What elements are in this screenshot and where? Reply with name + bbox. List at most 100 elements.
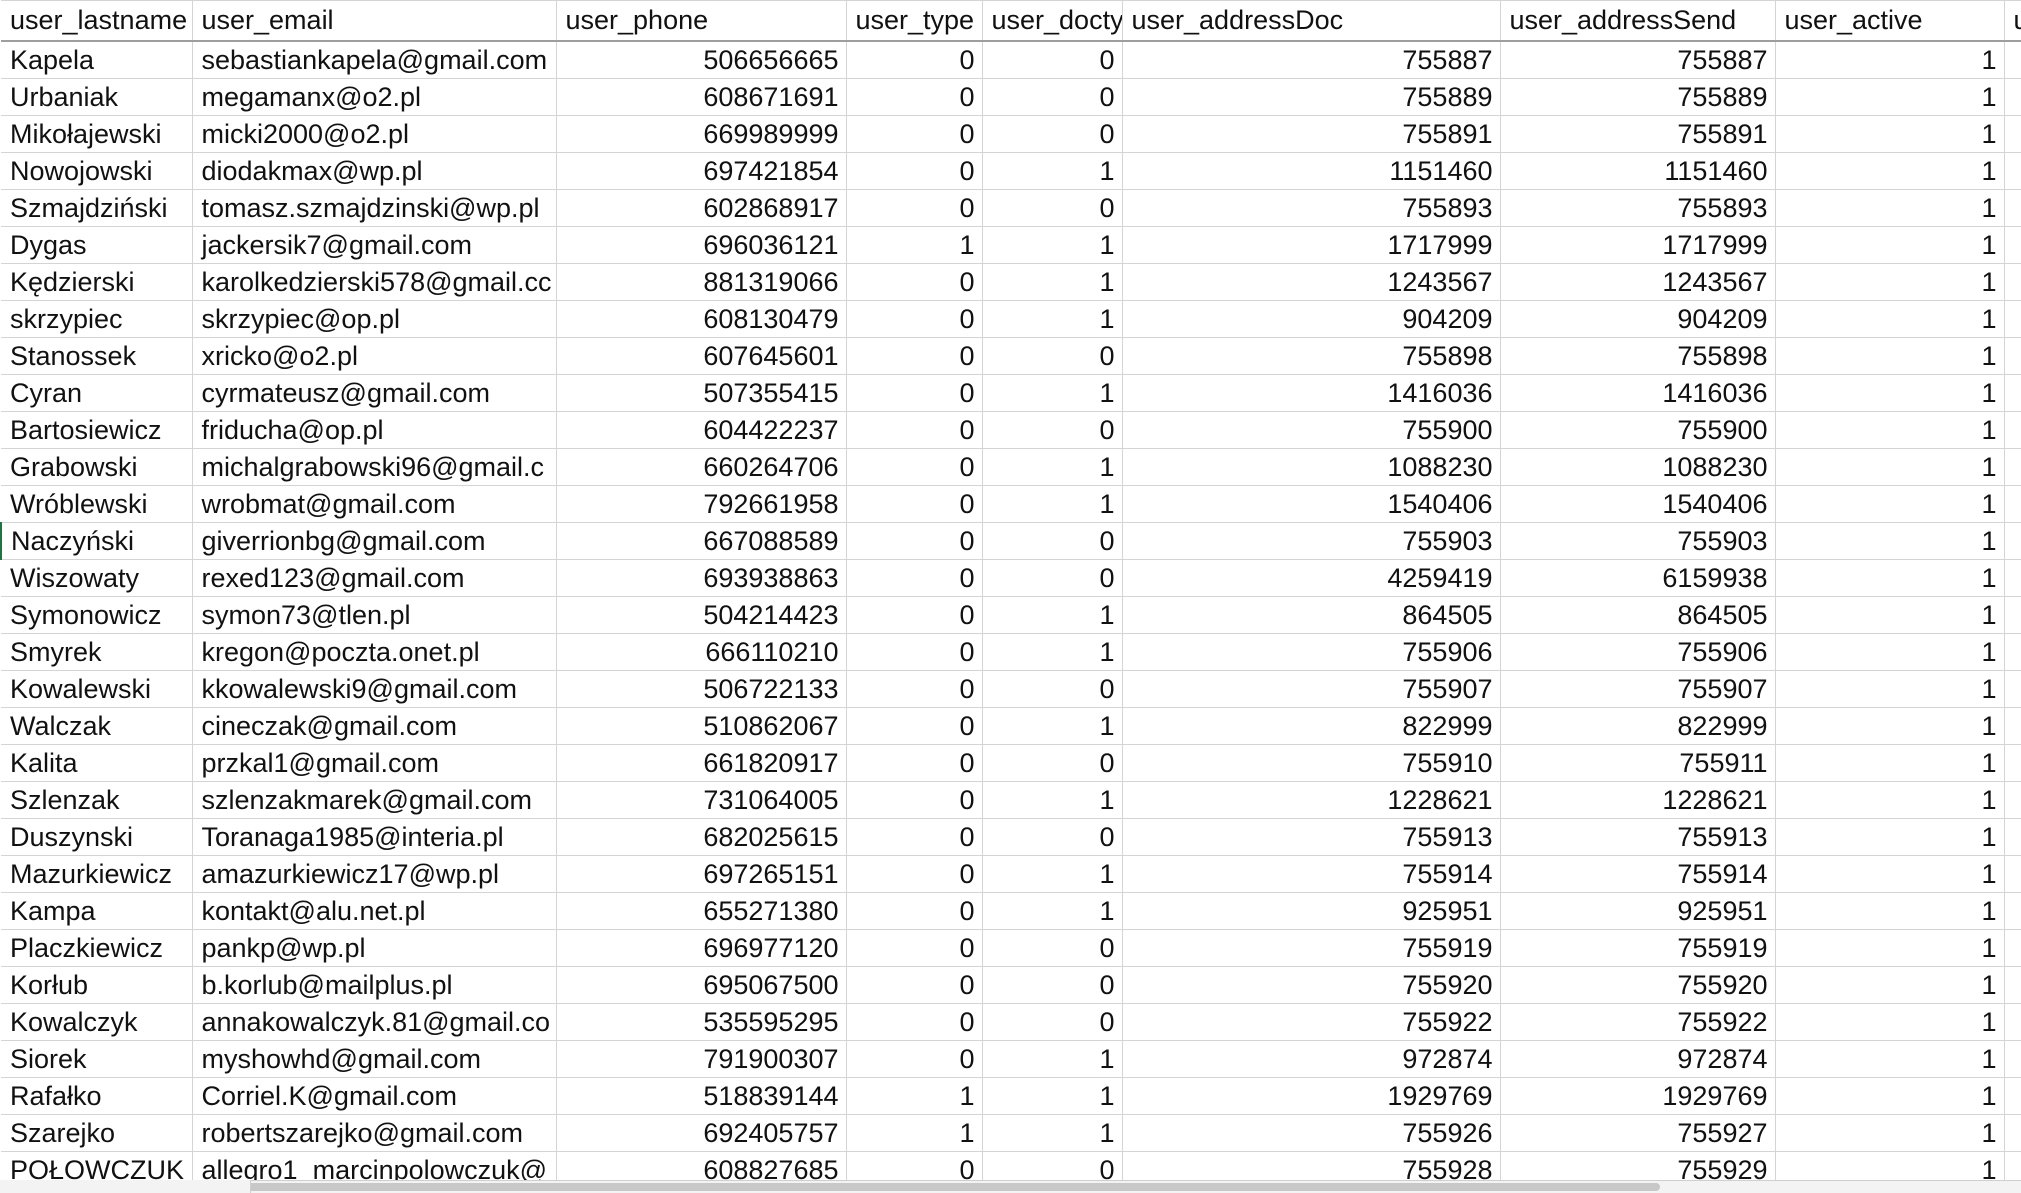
table-cell[interactable]: Smyrek	[1, 633, 193, 671]
horizontal-scrollbar[interactable]	[0, 1180, 2021, 1193]
table-cell[interactable]: friducha@op.pl	[192, 411, 557, 449]
table-cell[interactable]: 0	[846, 40, 983, 79]
table-cell[interactable]: 1	[1775, 1003, 2005, 1041]
table-cell[interactable]	[2004, 892, 2021, 930]
table-cell[interactable]: 0	[846, 1151, 983, 1180]
table-cell[interactable]: 608827685	[556, 1151, 847, 1180]
table-cell[interactable]: micki2000@o2.pl	[192, 115, 557, 153]
table-cell[interactable]: robertszarejko@gmail.com	[192, 1114, 557, 1152]
table-cell[interactable]: 0	[982, 818, 1123, 856]
table-cell[interactable]: 1	[1775, 1114, 2005, 1152]
table-cell[interactable]: megamanx@o2.pl	[192, 78, 557, 116]
table-cell[interactable]: 0	[846, 115, 983, 153]
table-cell[interactable]: 1	[1775, 1040, 2005, 1078]
table-cell[interactable]: xricko@o2.pl	[192, 337, 557, 375]
table-cell[interactable]: tomasz.szmajdzinski@wp.pl	[192, 189, 557, 227]
table-cell[interactable]: 506722133	[556, 670, 847, 708]
table-cell[interactable]: 1	[982, 596, 1123, 634]
table-cell[interactable]	[2004, 559, 2021, 597]
table-cell[interactable]: 666110210	[556, 633, 847, 671]
table-cell[interactable]: 692405757	[556, 1114, 847, 1152]
table-cell[interactable]: 661820917	[556, 744, 847, 782]
table-cell[interactable]: 1	[1775, 855, 2005, 893]
table-cell[interactable]: 755891	[1500, 115, 1776, 153]
sheet-tab-area[interactable]	[0, 1180, 251, 1193]
table-cell[interactable]: 755907	[1122, 670, 1501, 708]
table-cell[interactable]: 0	[982, 744, 1123, 782]
table-cell[interactable]: 518839144	[556, 1077, 847, 1115]
table-cell[interactable]: Placzkiewicz	[1, 929, 193, 967]
table-cell[interactable]: 0	[846, 707, 983, 745]
table-cell[interactable]: allegro1_marcinpolowczuk@	[192, 1151, 557, 1180]
table-cell[interactable]: 731064005	[556, 781, 847, 819]
table-cell[interactable]: 755914	[1500, 855, 1776, 893]
table-cell[interactable]	[2004, 744, 2021, 782]
table-cell[interactable]: 1	[1775, 559, 2005, 597]
table-cell[interactable]: 755927	[1500, 1114, 1776, 1152]
table-cell[interactable]	[2004, 263, 2021, 301]
table-cell[interactable]: 864505	[1122, 596, 1501, 634]
table-cell[interactable]: wrobmat@gmail.com	[192, 485, 557, 523]
table-cell[interactable]: Cyran	[1, 374, 193, 412]
table-cell[interactable]: Siorek	[1, 1040, 193, 1078]
table-cell[interactable]: 755914	[1122, 855, 1501, 893]
table-cell[interactable]: 1	[1775, 300, 2005, 338]
table-cell[interactable]: 822999	[1122, 707, 1501, 745]
table-cell[interactable]: 1	[1775, 1077, 2005, 1115]
table-cell[interactable]	[2004, 300, 2021, 338]
table-cell[interactable]: b.korlub@mailplus.pl	[192, 966, 557, 1004]
table-cell[interactable]: 0	[982, 78, 1123, 116]
table-cell[interactable]: 755891	[1122, 115, 1501, 153]
table-cell[interactable]: 1151460	[1122, 152, 1501, 190]
table-cell[interactable]: 0	[846, 485, 983, 523]
table-cell[interactable]: 1	[1775, 744, 2005, 782]
table-cell[interactable]	[2004, 189, 2021, 227]
table-cell[interactable]: 1	[982, 152, 1123, 190]
table-cell[interactable]: 0	[846, 411, 983, 449]
table-cell[interactable]: 755893	[1500, 189, 1776, 227]
table-cell[interactable]: 755893	[1122, 189, 1501, 227]
table-cell[interactable]: 1	[1775, 411, 2005, 449]
table-cell[interactable]: giverrionbg@gmail.com	[192, 522, 557, 560]
column-header[interactable]: user_active	[1775, 0, 2005, 42]
table-cell[interactable]: 1	[982, 781, 1123, 819]
table-cell[interactable]: 0	[982, 929, 1123, 967]
table-cell[interactable]: Urbaniak	[1, 78, 193, 116]
table-cell[interactable]	[2004, 633, 2021, 671]
table-cell[interactable]: Walczak	[1, 707, 193, 745]
table-cell[interactable]: cineczak@gmail.com	[192, 707, 557, 745]
table-cell[interactable]	[2004, 855, 2021, 893]
table-cell[interactable]: szlenzakmarek@gmail.com	[192, 781, 557, 819]
table-cell[interactable]: 1	[1775, 40, 2005, 79]
table-cell[interactable]: 755906	[1500, 633, 1776, 671]
table-cell[interactable]: 1	[1775, 1151, 2005, 1180]
table-cell[interactable]: 602868917	[556, 189, 847, 227]
table-cell[interactable]	[2004, 596, 2021, 634]
table-cell[interactable]: 608130479	[556, 300, 847, 338]
table-cell[interactable]: Naczyński	[0, 522, 193, 560]
table-cell[interactable]	[2004, 781, 2021, 819]
table-cell[interactable]: 667088589	[556, 522, 847, 560]
table-cell[interactable]: Nowojowski	[1, 152, 193, 190]
table-cell[interactable]: 0	[846, 929, 983, 967]
table-cell[interactable]: skrzypiec	[1, 300, 193, 338]
table-cell[interactable]: 1	[1775, 966, 2005, 1004]
table-cell[interactable]: 1	[1775, 263, 2005, 301]
table-cell[interactable]: Szarejko	[1, 1114, 193, 1152]
table-cell[interactable]: 755913	[1122, 818, 1501, 856]
table-cell[interactable]: 755906	[1122, 633, 1501, 671]
table-cell[interactable]: 1929769	[1500, 1077, 1776, 1115]
table-cell[interactable]: 0	[982, 966, 1123, 1004]
table-cell[interactable]: 904209	[1122, 300, 1501, 338]
table-cell[interactable]	[2004, 374, 2021, 412]
table-cell[interactable]: 0	[982, 670, 1123, 708]
table-cell[interactable]: diodakmax@wp.pl	[192, 152, 557, 190]
table-cell[interactable]: 1	[982, 855, 1123, 893]
table-cell[interactable]: 1	[1775, 633, 2005, 671]
column-header[interactable]: user_docty	[982, 0, 1123, 42]
table-cell[interactable]	[2004, 522, 2021, 560]
table-cell[interactable]: kontakt@alu.net.pl	[192, 892, 557, 930]
table-cell[interactable]: 1151460	[1500, 152, 1776, 190]
column-header[interactable]: user_lastname	[1, 0, 193, 42]
table-cell[interactable]	[2004, 152, 2021, 190]
